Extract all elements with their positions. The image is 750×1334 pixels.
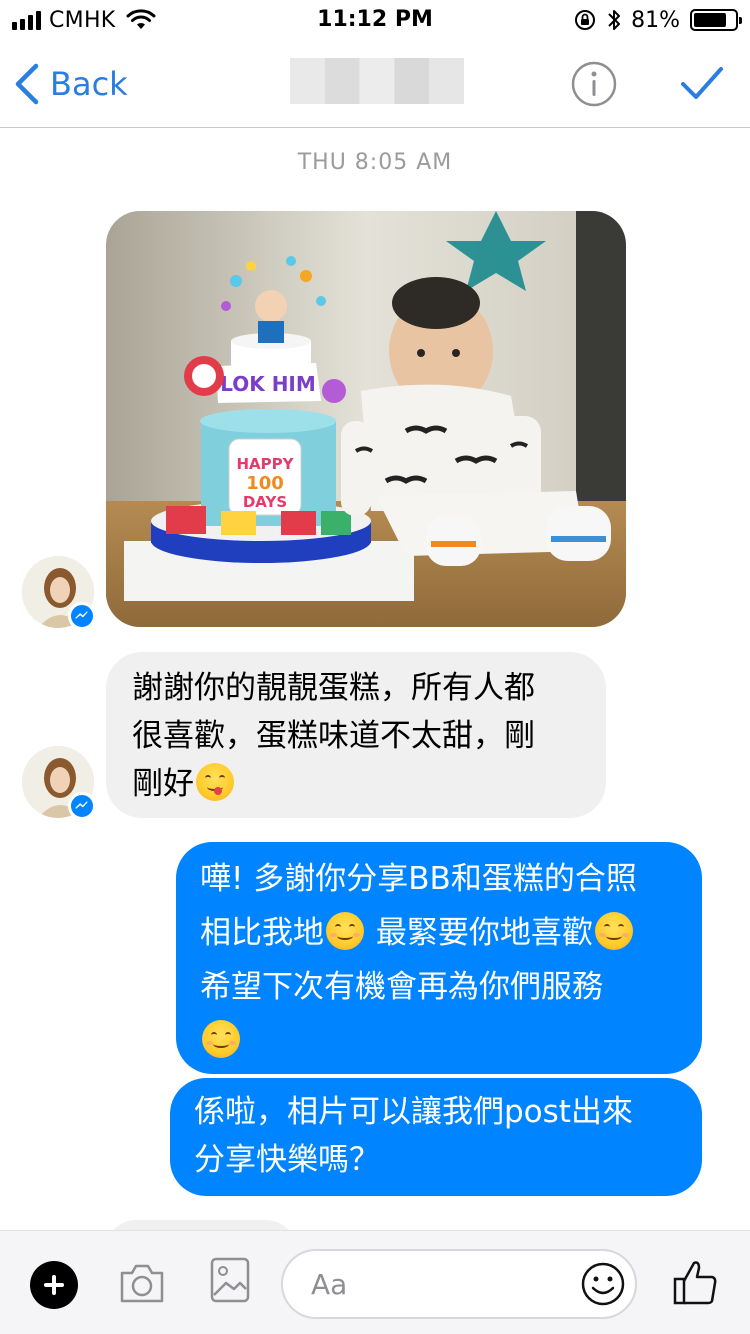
message-line: 剛好 xyxy=(132,760,580,808)
thread-timestamp: THU 8:05 AM xyxy=(297,150,453,175)
back-label: Back xyxy=(50,65,128,103)
bluetooth-icon xyxy=(608,10,621,30)
smiley-icon[interactable] xyxy=(580,1261,626,1307)
cake-plaque-line1: HAPPY xyxy=(236,455,294,473)
battery-icon xyxy=(690,9,742,31)
messenger-badge-icon xyxy=(68,792,96,820)
sender-avatar[interactable] xyxy=(22,746,96,820)
battery-percent: 81% xyxy=(631,7,680,33)
plus-icon[interactable] xyxy=(30,1261,78,1309)
composer-bar xyxy=(0,1230,750,1334)
conversation-title-blurred[interactable] xyxy=(290,58,464,104)
outgoing-message[interactable]: 嘩! 多謝你分享BB和蛋糕的合照 相比我地 最緊要你地喜歡 希望下次有機會再為你… xyxy=(176,842,702,1074)
message-line: 很喜歡，蛋糕味道不太甜，剛 xyxy=(132,718,535,754)
sender-avatar[interactable] xyxy=(22,556,96,630)
back-button[interactable]: Back xyxy=(14,60,128,108)
yum-emoji-icon xyxy=(196,763,234,801)
cake-plaque-line3: DAYS xyxy=(243,493,287,511)
message-line: 分享快樂嗎？ xyxy=(194,1142,380,1178)
smiling-emoji-icon xyxy=(202,1020,240,1058)
message-line: 相比我地 最緊要你地喜歡 xyxy=(200,906,678,960)
message-line: 希望下次有機會再為你們服務 xyxy=(200,969,603,1005)
photo-message[interactable]: HAPPY 100 DAYS LOK HIM xyxy=(106,211,626,627)
messenger-badge-icon xyxy=(68,602,96,630)
photo-image: HAPPY 100 DAYS LOK HIM xyxy=(106,211,626,627)
checkmark-icon[interactable] xyxy=(680,64,724,104)
battery-fill xyxy=(694,13,727,27)
message-line: 係啦，相片可以讓我們post出來 xyxy=(194,1094,633,1130)
cake-banner-text: LOK HIM xyxy=(220,372,316,396)
smiling-emoji-icon xyxy=(326,912,364,950)
status-right: 81% xyxy=(573,6,742,34)
image-icon[interactable] xyxy=(210,1257,250,1303)
incoming-message[interactable]: 謝謝你的靚靚蛋糕，所有人都 很喜歡，蛋糕味道不太甜，剛 剛好 xyxy=(106,652,606,818)
smiling-emoji-icon xyxy=(594,912,633,950)
status-bar: CMHK 11:12 PM 81% xyxy=(0,0,750,40)
message-line: 嘩! 多謝你分享BB和蛋糕的合照 xyxy=(200,861,637,897)
info-icon[interactable] xyxy=(570,60,618,108)
back-chevron-icon xyxy=(15,63,39,105)
camera-icon[interactable] xyxy=(118,1261,166,1305)
orientation-lock-icon xyxy=(575,10,596,30)
cake-plaque-line2: 100 xyxy=(246,473,284,494)
message-line xyxy=(200,1014,678,1068)
outgoing-message[interactable]: 係啦，相片可以讓我們post出來 分享快樂嗎？ xyxy=(170,1078,702,1196)
thumbs-up-icon[interactable] xyxy=(672,1257,718,1307)
nav-bar: Back xyxy=(0,40,750,128)
message-line: 謝謝你的靚靚蛋糕，所有人都 xyxy=(132,670,535,706)
